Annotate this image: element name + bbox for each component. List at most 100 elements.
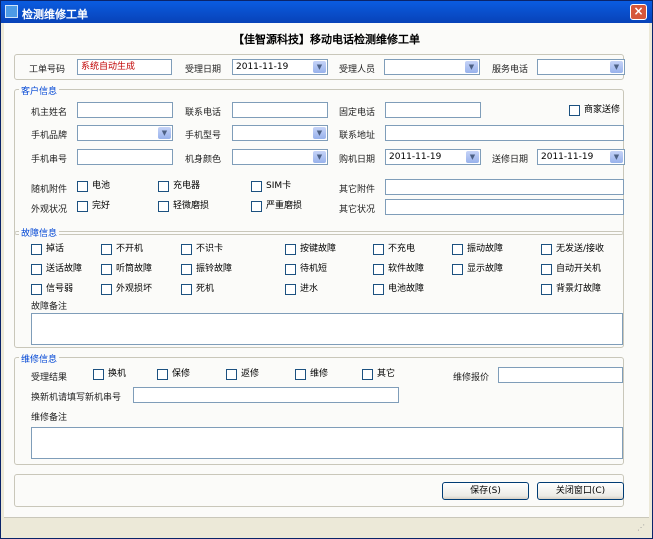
- model-label: 手机型号: [185, 131, 222, 141]
- brand-select[interactable]: ▼: [77, 125, 173, 141]
- chevron-down-icon[interactable]: ▼: [158, 127, 171, 139]
- checkbox[interactable]: 掉话: [31, 244, 64, 255]
- chevron-down-icon[interactable]: ▼: [610, 151, 623, 163]
- checkbox-box[interactable]: [285, 264, 296, 275]
- accessory-checkbox[interactable]: SIM卡: [251, 181, 291, 192]
- resize-grip-icon[interactable]: ⋰: [637, 523, 647, 533]
- checkbox-box[interactable]: [541, 284, 552, 295]
- checkbox-box[interactable]: [101, 244, 112, 255]
- status-bar: ⋰: [4, 517, 649, 535]
- repair-date-picker[interactable]: 2011-11-19 ▼: [537, 149, 625, 165]
- serial-input[interactable]: [77, 149, 173, 165]
- checkbox[interactable]: 按键故障: [285, 244, 336, 255]
- checkbox-box[interactable]: [157, 369, 168, 380]
- brand-label: 手机品牌: [31, 131, 68, 141]
- checkbox-box[interactable]: [181, 264, 192, 275]
- checkbox[interactable]: 返修: [226, 369, 259, 380]
- checkbox[interactable]: 听筒故障: [101, 264, 152, 275]
- checkbox-label: 振动故障: [467, 244, 504, 254]
- service-phone-select[interactable]: ▼: [537, 59, 625, 75]
- checkbox-box[interactable]: [181, 244, 192, 255]
- checkbox[interactable]: 振铃故障: [181, 264, 232, 275]
- checkbox[interactable]: 显示故障: [452, 264, 503, 275]
- order-no-field[interactable]: 系统自动生成: [77, 59, 172, 75]
- checkbox-box[interactable]: [31, 284, 42, 295]
- accept-staff-select[interactable]: ▼: [384, 59, 480, 75]
- owner-name-input[interactable]: [77, 102, 173, 118]
- repair-remark-textarea[interactable]: [31, 427, 623, 459]
- checkbox-box[interactable]: [452, 244, 463, 255]
- checkbox[interactable]: 无发送/接收: [541, 244, 604, 255]
- fault-remark-textarea[interactable]: [31, 313, 623, 345]
- checkbox-box[interactable]: [373, 244, 384, 255]
- checkbox-box[interactable]: [285, 244, 296, 255]
- accessory-checkbox[interactable]: 充电器: [158, 181, 200, 192]
- checkbox-box[interactable]: [373, 264, 384, 275]
- checkbox-box[interactable]: [101, 284, 112, 295]
- checkbox[interactable]: 保修: [157, 369, 190, 380]
- checkbox-label: 死机: [196, 284, 215, 294]
- close-button[interactable]: 关闭窗口(C): [537, 482, 624, 500]
- accessory-checkbox[interactable]: 电池: [77, 181, 110, 192]
- checkbox-box[interactable]: [226, 369, 237, 380]
- purchase-date-picker[interactable]: 2011-11-19 ▼: [385, 149, 481, 165]
- checkbox-box[interactable]: [285, 284, 296, 295]
- address-input[interactable]: [385, 125, 624, 141]
- quote-input[interactable]: [498, 367, 623, 383]
- checkbox[interactable]: 不开机: [101, 244, 143, 255]
- chevron-down-icon[interactable]: ▼: [313, 151, 326, 163]
- chevron-down-icon[interactable]: ▼: [313, 127, 326, 139]
- other-status-input[interactable]: [385, 199, 624, 215]
- checkbox[interactable]: 其它: [362, 369, 395, 380]
- checkbox-box[interactable]: [373, 284, 384, 295]
- title-bar[interactable]: 检测维修工单 ×: [1, 1, 652, 23]
- new-serial-input[interactable]: [133, 387, 399, 403]
- checkbox-label: 不识卡: [196, 244, 224, 254]
- checkbox[interactable]: 待机短: [285, 264, 327, 275]
- checkbox[interactable]: 进水: [285, 284, 318, 295]
- checkbox-box[interactable]: [31, 244, 42, 255]
- chevron-down-icon[interactable]: ▼: [466, 151, 479, 163]
- checkbox-box[interactable]: [181, 284, 192, 295]
- checkbox[interactable]: 自动开关机: [541, 264, 601, 275]
- appearance-checkbox[interactable]: 轻微磨损: [158, 201, 209, 212]
- checkbox-box[interactable]: [541, 244, 552, 255]
- checkbox-box[interactable]: [93, 369, 104, 380]
- serial-label: 手机串号: [31, 155, 68, 165]
- checkbox[interactable]: 不充电: [373, 244, 415, 255]
- checkbox-label: 其它: [377, 369, 396, 379]
- checkbox-label: 信号弱: [46, 284, 74, 294]
- checkbox-box[interactable]: [101, 264, 112, 275]
- contact-phone-input[interactable]: [232, 102, 328, 118]
- checkbox-box[interactable]: [295, 369, 306, 380]
- other-accessories-input[interactable]: [385, 179, 624, 195]
- color-select[interactable]: ▼: [232, 149, 328, 165]
- checkbox[interactable]: 背景灯故障: [541, 284, 601, 295]
- checkbox[interactable]: 维修: [295, 369, 328, 380]
- save-button[interactable]: 保存(S): [442, 482, 529, 500]
- appearance-checkbox[interactable]: 完好: [77, 201, 110, 212]
- model-select[interactable]: ▼: [232, 125, 328, 141]
- dealer-checkbox[interactable]: 商家送修: [569, 105, 620, 116]
- checkbox-box[interactable]: [541, 264, 552, 275]
- checkbox[interactable]: 电池故障: [373, 284, 424, 295]
- checkbox[interactable]: 换机: [93, 369, 126, 380]
- checkbox-label: 保修: [172, 369, 191, 379]
- checkbox-box[interactable]: [452, 264, 463, 275]
- close-window-button[interactable]: ×: [630, 4, 647, 20]
- checkbox[interactable]: 死机: [181, 284, 214, 295]
- checkbox[interactable]: 信号弱: [31, 284, 73, 295]
- checkbox[interactable]: 不识卡: [181, 244, 223, 255]
- chevron-down-icon[interactable]: ▼: [465, 61, 478, 73]
- checkbox[interactable]: 送话故障: [31, 264, 82, 275]
- checkbox[interactable]: 外观损坏: [101, 284, 152, 295]
- checkbox-box[interactable]: [31, 264, 42, 275]
- checkbox-box[interactable]: [362, 369, 373, 380]
- chevron-down-icon[interactable]: ▼: [313, 61, 326, 73]
- checkbox[interactable]: 软件故障: [373, 264, 424, 275]
- chevron-down-icon[interactable]: ▼: [610, 61, 623, 73]
- appearance-checkbox[interactable]: 严重磨损: [251, 201, 302, 212]
- landline-input[interactable]: [385, 102, 481, 118]
- checkbox[interactable]: 振动故障: [452, 244, 503, 255]
- accept-date-picker[interactable]: 2011-11-19 ▼: [232, 59, 328, 75]
